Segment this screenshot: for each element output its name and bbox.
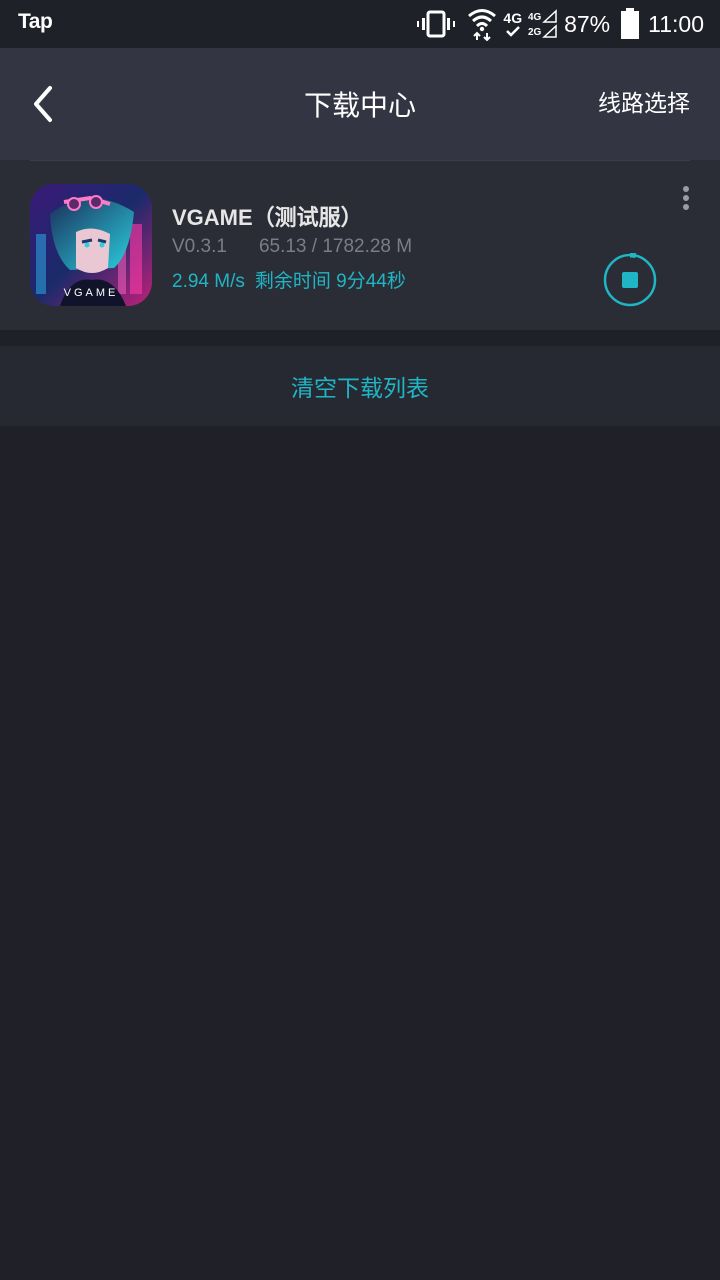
status-time: 11:00 (648, 10, 704, 37)
more-dot-icon (683, 186, 689, 192)
stop-progress-icon (603, 252, 657, 307)
more-dot-icon (683, 204, 689, 210)
battery-percent: 87% (564, 10, 611, 37)
network-label: 4G (503, 10, 523, 26)
chevron-left-icon (34, 86, 52, 122)
back-button[interactable] (26, 84, 66, 124)
signal-icon: 4G 2G (528, 9, 558, 39)
download-meta: V0.3.1 65.13 / 1782.28 M (172, 236, 412, 258)
more-dot-icon (683, 195, 689, 201)
download-size: 65.13 / 1782.28 M (258, 236, 413, 257)
download-item: VGAME VGAME（测试服） V0.3.1 65.13 / 1782.28 M… (0, 160, 720, 330)
download-speed: 2.94 M/s (172, 271, 245, 292)
app-icon[interactable]: VGAME (30, 184, 152, 306)
network-4g-icon: 4G (503, 11, 522, 37)
status-bar: Tap 4G 4G 2G 87% 11:00 (0, 0, 720, 48)
status-icons: 4G 4G 2G 87% 11:00 (417, 0, 704, 48)
divider (30, 160, 690, 161)
pause-download-button[interactable] (603, 252, 657, 307)
top-app-bar: 下载中心 线路选择 (0, 48, 720, 160)
app-version: V0.3.1 (172, 236, 227, 257)
remaining-time: 剩余时间 9分44秒 (254, 271, 406, 292)
status-app-label: Tap (18, 10, 53, 33)
clear-download-list-button[interactable]: 清空下载列表 (0, 346, 720, 426)
app-name: VGAME（测试服） (172, 205, 363, 230)
svg-text:2G: 2G (528, 27, 542, 38)
more-options-button[interactable] (676, 186, 696, 216)
route-select-button[interactable]: 线路选择 (598, 84, 690, 124)
download-status: 2.94 M/s 剩余时间 9分44秒 (172, 266, 406, 293)
wifi-icon (467, 7, 497, 41)
svg-text:4G: 4G (528, 12, 542, 23)
battery-icon (620, 8, 640, 40)
app-icon-text: VGAME (64, 287, 119, 299)
vibrate-icon (417, 9, 456, 39)
